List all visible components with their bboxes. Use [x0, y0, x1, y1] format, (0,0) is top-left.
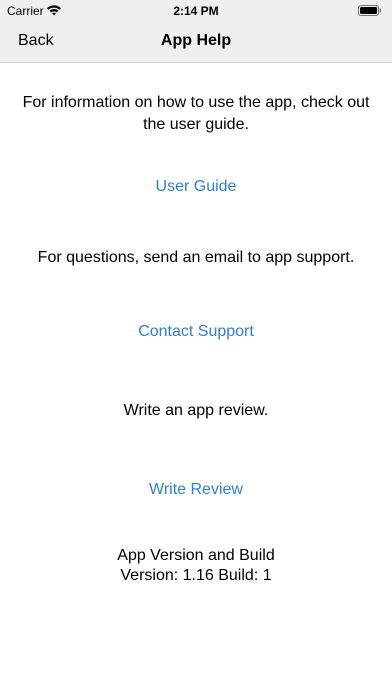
version-value: Version: 1.16 Build: 1	[120, 567, 272, 584]
review-description: Write an app review.	[123, 402, 269, 419]
write-review-link[interactable]: Write Review	[149, 481, 243, 498]
status-bar: Carrier 2:14 PM	[0, 0, 392, 22]
contact-support-link[interactable]: Contact Support	[138, 323, 254, 340]
version-heading: App Version and Build	[117, 547, 275, 564]
battery-icon	[358, 5, 382, 16]
page-title: App Help	[160, 32, 232, 49]
user-guide-link-row: User Guide	[0, 176, 392, 198]
user-guide-link[interactable]: User Guide	[156, 178, 237, 195]
status-time: 2:14 PM	[173, 4, 219, 18]
navigation-bar: Back App Help	[0, 22, 392, 63]
contact-support-link-row: Contact Support	[0, 321, 392, 343]
support-description: For questions, send an email to app supp…	[37, 249, 355, 266]
write-review-link-row: Write Review	[0, 479, 392, 501]
app-help-screen: Carrier 2:14 PM Back App Help For inform…	[0, 0, 392, 696]
user-guide-description: For information on how to use the app, c…	[22, 94, 370, 133]
